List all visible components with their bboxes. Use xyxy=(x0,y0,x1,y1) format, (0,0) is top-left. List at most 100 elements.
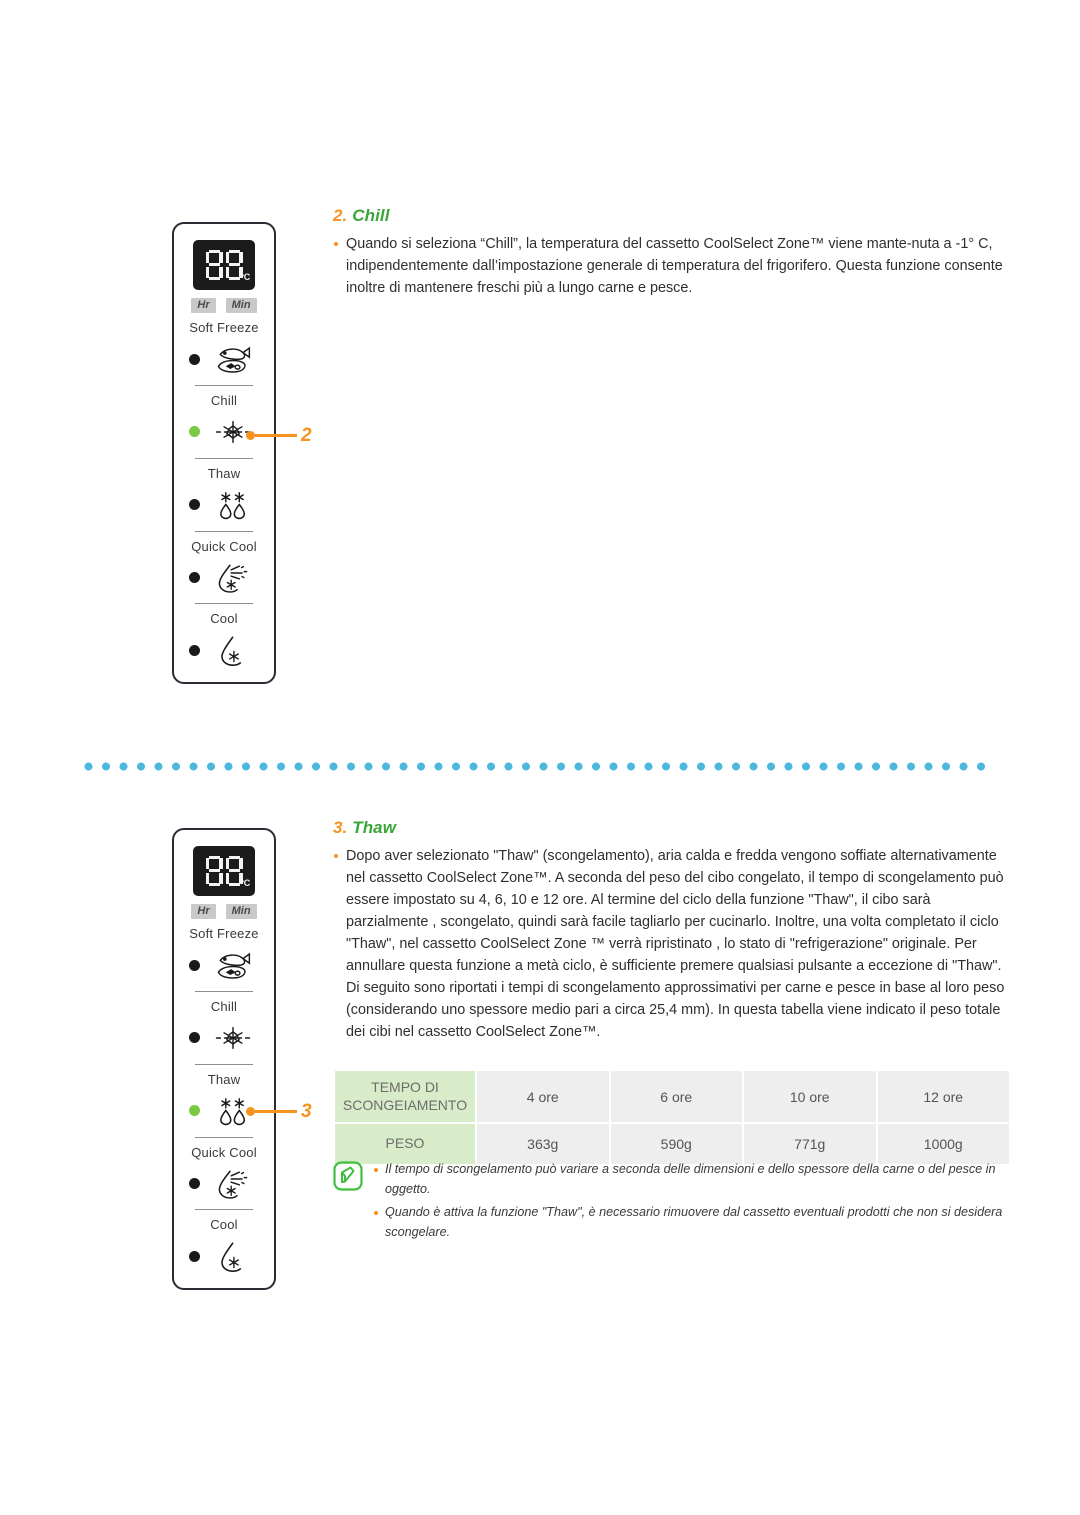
section-thaw: 3. Thaw Dopo aver selezionato "Thaw" (sc… xyxy=(333,818,1011,1043)
separator xyxy=(195,991,253,993)
led-soft-freeze xyxy=(189,353,200,365)
control-panel-thaw: °C Hr Min Soft Freeze Chill Thaw Quick C… xyxy=(172,828,276,1290)
mode-label-soft-freeze: Soft Freeze xyxy=(189,926,259,942)
note-item-1: Il tempo di scongelamento può variare a … xyxy=(374,1160,1011,1199)
separator xyxy=(195,530,253,532)
section-number-chill: 2. xyxy=(333,206,348,225)
table-header-time-line1: TEMPO DI xyxy=(371,1079,439,1095)
lcd-digit-1 xyxy=(205,855,223,886)
mode-row-soft-freeze[interactable] xyxy=(174,339,274,379)
mode-row-cool[interactable] xyxy=(174,630,274,670)
table-row-weight: PESO 363g 590g 771g 1000g xyxy=(335,1124,1009,1164)
table-header-weight: PESO xyxy=(335,1124,475,1164)
mode-row-chill[interactable] xyxy=(174,1018,274,1058)
lcd-unit-celsius: °C xyxy=(240,271,251,282)
mode-row-cool[interactable] xyxy=(174,1236,274,1276)
table-cell-time-1: 4 ore xyxy=(477,1071,609,1122)
led-quick-cool xyxy=(189,571,200,583)
table-row-time: TEMPO DI SCONGEIAMENTO 4 ore 6 ore 10 or… xyxy=(335,1071,1009,1122)
section-title-thaw: 3. Thaw xyxy=(333,818,1011,838)
droplet-fan-snowflake-icon xyxy=(212,1164,254,1202)
led-quick-cool xyxy=(189,1177,200,1189)
section-number-thaw: 3. xyxy=(333,818,348,837)
chill-bullets: Quando si seleziona “Chill”, la temperat… xyxy=(333,233,1011,299)
min-indicator: Min xyxy=(225,297,257,314)
mode-row-thaw[interactable] xyxy=(174,485,274,525)
callout-line xyxy=(255,1109,297,1113)
led-cool xyxy=(189,644,200,656)
thaw-time-table: TEMPO DI SCONGEIAMENTO 4 ore 6 ore 10 or… xyxy=(333,1069,1011,1166)
lcd-digit-1 xyxy=(205,249,223,280)
min-indicator: Min xyxy=(225,903,257,920)
callout-dot xyxy=(246,430,255,440)
mode-row-soft-freeze[interactable] xyxy=(174,945,274,985)
callout-thaw: 3 xyxy=(246,1101,312,1121)
note-body: Il tempo di scongelamento può variare a … xyxy=(374,1160,1011,1246)
table-cell-weight-4: 1000g xyxy=(877,1124,1009,1164)
mode-label-cool: Cool xyxy=(210,1217,238,1233)
separator xyxy=(195,1209,253,1211)
table-cell-time-3: 10 ore xyxy=(744,1071,876,1122)
section-chill: 2. Chill Quando si seleziona “Chill”, la… xyxy=(333,206,1011,299)
callout-dot xyxy=(246,1106,255,1116)
mode-label-quick-cool: Quick Cool xyxy=(191,538,257,554)
separator xyxy=(195,603,253,605)
snowflake-rays-icon xyxy=(212,1019,254,1057)
table-header-time-line2: SCONGEIAMENTO xyxy=(342,1096,468,1113)
section-title-chill: 2. Chill xyxy=(333,206,1011,226)
led-chill xyxy=(189,1032,200,1044)
separator xyxy=(195,457,253,459)
mode-label-soft-freeze: Soft Freeze xyxy=(189,320,259,336)
mode-label-thaw: Thaw xyxy=(207,465,241,481)
table-cell-weight-2: 590g xyxy=(610,1124,742,1164)
led-soft-freeze xyxy=(189,959,200,971)
lcd-digits xyxy=(205,249,243,280)
hr-min-indicators: Hr Min xyxy=(191,297,257,314)
led-thaw xyxy=(189,1105,200,1117)
hr-min-indicators: Hr Min xyxy=(191,903,257,920)
mode-label-chill: Chill xyxy=(210,999,238,1015)
callout-chill: 2 xyxy=(246,425,312,445)
lcd-unit-celsius: °C xyxy=(240,877,251,888)
separator xyxy=(195,1136,253,1138)
thaw-bullets: Dopo aver selezionato "Thaw" (scongelame… xyxy=(333,845,1011,1043)
callout-number-2: 2 xyxy=(301,424,312,446)
section-name-chill: Chill xyxy=(352,206,390,225)
asterisks-droplets-icon xyxy=(212,486,254,524)
droplet-fan-snowflake-icon xyxy=(212,558,254,596)
dotted-divider xyxy=(84,762,994,771)
hr-indicator: Hr xyxy=(191,903,216,920)
mode-label-chill: Chill xyxy=(210,393,238,409)
fish-steak-icon xyxy=(212,340,254,378)
thaw-bullet-1: Dopo aver selezionato "Thaw" (scongelame… xyxy=(333,845,1011,1043)
callout-line xyxy=(255,433,297,437)
table-cell-weight-3: 771g xyxy=(744,1124,876,1164)
chill-bullet-1: Quando si seleziona “Chill”, la temperat… xyxy=(333,233,1011,299)
mode-row-quick-cool[interactable] xyxy=(174,1164,274,1204)
droplet-snowflake-icon xyxy=(212,1237,254,1275)
mode-label-thaw: Thaw xyxy=(207,1071,241,1087)
section-name-thaw: Thaw xyxy=(352,818,397,837)
mode-label-quick-cool: Quick Cool xyxy=(191,1144,257,1160)
mode-row-quick-cool[interactable] xyxy=(174,558,274,598)
table-cell-time-2: 6 ore xyxy=(610,1071,742,1122)
led-chill xyxy=(189,426,200,438)
lcd-digits xyxy=(205,855,243,886)
fish-steak-icon xyxy=(212,946,254,984)
table-cell-time-4: 12 ore xyxy=(877,1071,1009,1122)
led-cool xyxy=(189,1250,200,1262)
table-cell-weight-1: 363g xyxy=(477,1124,609,1164)
mode-label-cool: Cool xyxy=(210,611,238,627)
separator xyxy=(195,1063,253,1065)
droplet-snowflake-icon xyxy=(212,631,254,669)
note-item-2: Quando è attiva la funzione "Thaw", è ne… xyxy=(374,1203,1011,1242)
control-panel-chill: °C Hr Min Soft Freeze Chill Thaw Quick C… xyxy=(172,222,276,684)
callout-number-3: 3 xyxy=(301,1100,312,1122)
hr-indicator: Hr xyxy=(191,297,216,314)
led-thaw xyxy=(189,499,200,511)
lcd-display: °C xyxy=(193,240,255,290)
note-block: Il tempo di scongelamento può variare a … xyxy=(333,1160,1011,1246)
note-list: Il tempo di scongelamento può variare a … xyxy=(374,1160,1011,1242)
note-pen-icon xyxy=(333,1161,363,1191)
table-header-time: TEMPO DI SCONGEIAMENTO xyxy=(335,1071,475,1122)
